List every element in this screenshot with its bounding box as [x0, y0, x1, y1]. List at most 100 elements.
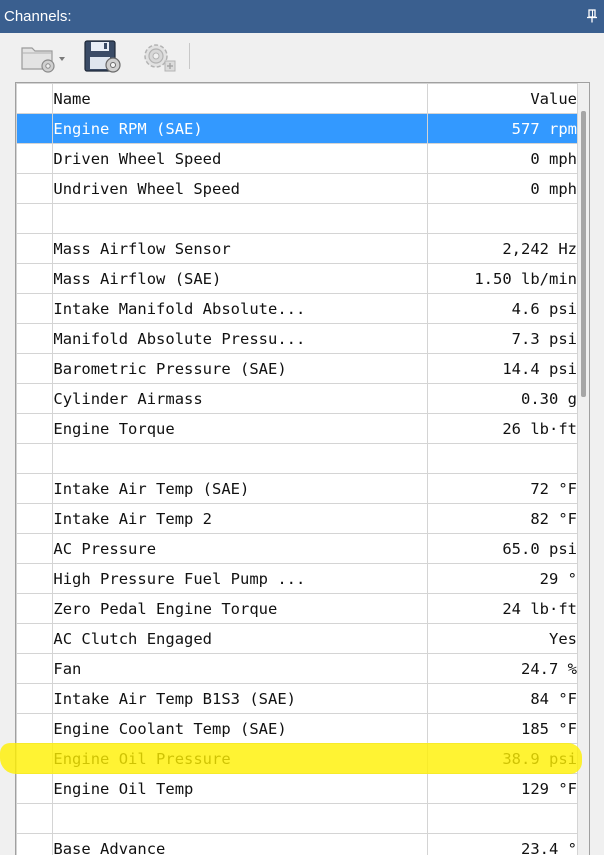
row-selector[interactable]: [16, 443, 54, 474]
table-row[interactable]: [16, 803, 578, 834]
row-selector[interactable]: [16, 683, 54, 714]
table-row[interactable]: AC Clutch Engaged Yes: [16, 623, 578, 654]
row-selector[interactable]: [16, 803, 54, 834]
channel-value: 23.4 °: [427, 833, 578, 855]
table-row[interactable]: Zero Pedal Engine Torque 24 lb·ft: [16, 593, 578, 624]
row-selector[interactable]: [16, 323, 54, 354]
channel-name: Intake Air Temp B1S3 (SAE): [52, 683, 429, 714]
channel-value: 0 mph: [427, 173, 578, 204]
row-selector[interactable]: [16, 773, 54, 804]
table-row[interactable]: Manifold Absolute Pressu... 7.3 psi: [16, 323, 578, 354]
row-selector[interactable]: [16, 233, 54, 264]
channel-name: Barometric Pressure (SAE): [52, 353, 429, 384]
toolbar: [0, 33, 604, 79]
channel-value: 0 mph: [427, 143, 578, 174]
channel-value: 84 °F: [427, 683, 578, 714]
row-selector[interactable]: [16, 203, 54, 234]
channel-name: [52, 203, 429, 234]
table-row[interactable]: Intake Air Temp (SAE) 72 °F: [16, 473, 578, 504]
column-header-value[interactable]: Value: [427, 83, 578, 114]
channel-value: 4.6 psi: [427, 293, 578, 324]
channel-value: [427, 443, 578, 474]
vertical-scrollbar[interactable]: [578, 83, 589, 855]
table-row[interactable]: Fan 24.7 %: [16, 653, 578, 684]
table-row[interactable]: Engine Coolant Temp (SAE) 185 °F: [16, 713, 578, 744]
row-selector[interactable]: [16, 653, 54, 684]
row-selector[interactable]: [16, 593, 54, 624]
table-row[interactable]: High Pressure Fuel Pump ... 29 °: [16, 563, 578, 594]
select-all-cell[interactable]: [16, 83, 54, 114]
table-row[interactable]: Intake Air Temp 2 82 °F: [16, 503, 578, 534]
channels-panel: Channels: Name Value Engine RPM (SAE) 57…: [0, 0, 604, 855]
row-selector[interactable]: [16, 173, 54, 204]
row-selector[interactable]: [16, 263, 54, 294]
channel-name: Base Advance: [52, 833, 429, 855]
row-selector[interactable]: [16, 143, 54, 174]
channel-name: Manifold Absolute Pressu...: [52, 323, 429, 354]
row-selector[interactable]: [16, 413, 54, 444]
table-row[interactable]: Mass Airflow Sensor 2,242 Hz: [16, 233, 578, 264]
channel-value: 185 °F: [427, 713, 578, 744]
row-selector[interactable]: [16, 293, 54, 324]
save-button[interactable]: [83, 37, 127, 75]
row-selector[interactable]: [16, 383, 54, 414]
channel-name: AC Clutch Engaged: [52, 623, 429, 654]
channel-value: 2,242 Hz: [427, 233, 578, 264]
table-row[interactable]: Undriven Wheel Speed 0 mph: [16, 173, 578, 204]
channel-value: 38.9 psi: [427, 743, 578, 774]
channel-name: Driven Wheel Speed: [52, 143, 429, 174]
table-row[interactable]: [16, 443, 578, 474]
row-selector[interactable]: [16, 353, 54, 384]
panel-title: Channels:: [4, 8, 72, 25]
channels-grid[interactable]: Name Value Engine RPM (SAE) 577 rpm Driven…: [15, 82, 590, 855]
table-row[interactable]: Barometric Pressure (SAE) 14.4 psi: [16, 353, 578, 384]
table-row[interactable]: Engine Oil Temp 129 °F: [16, 773, 578, 804]
row-selector[interactable]: [16, 503, 54, 534]
row-selector[interactable]: [16, 533, 54, 564]
row-selector[interactable]: [16, 473, 54, 504]
channel-name: High Pressure Fuel Pump ...: [52, 563, 429, 594]
row-selector[interactable]: [16, 743, 54, 774]
table-row[interactable]: Engine RPM (SAE) 577 rpm: [16, 113, 578, 144]
table-row[interactable]: Engine Oil Pressure 38.9 psi: [16, 743, 578, 774]
channel-value: 1.50 lb/min: [427, 263, 578, 294]
table-row[interactable]: Engine Torque 26 lb·ft: [16, 413, 578, 444]
panel-titlebar[interactable]: Channels:: [0, 0, 604, 33]
open-folder-button[interactable]: [18, 37, 72, 75]
channel-name: AC Pressure: [52, 533, 429, 564]
channel-name: Mass Airflow (SAE): [52, 263, 429, 294]
channel-value: 29 °: [427, 563, 578, 594]
row-selector[interactable]: [16, 563, 54, 594]
channel-value: 577 rpm: [427, 113, 578, 144]
row-selector[interactable]: [16, 713, 54, 744]
channel-value: 14.4 psi: [427, 353, 578, 384]
table-row[interactable]: AC Pressure 65.0 psi: [16, 533, 578, 564]
channel-value: 26 lb·ft: [427, 413, 578, 444]
scrollbar-thumb[interactable]: [581, 111, 586, 397]
channel-name: Fan: [52, 653, 429, 684]
settings-button[interactable]: [136, 37, 182, 75]
row-selector[interactable]: [16, 113, 54, 144]
table-row[interactable]: Mass Airflow (SAE) 1.50 lb/min: [16, 263, 578, 294]
channel-value: 65.0 psi: [427, 533, 578, 564]
channel-value: 7.3 psi: [427, 323, 578, 354]
channel-name: Intake Air Temp (SAE): [52, 473, 429, 504]
channel-name: Cylinder Airmass: [52, 383, 429, 414]
table-row[interactable]: [16, 203, 578, 234]
gear-add-icon: [144, 44, 176, 72]
channels-table: Name Value Engine RPM (SAE) 577 rpm Driven…: [16, 83, 578, 855]
column-header-name[interactable]: Name: [52, 83, 429, 114]
channel-name: [52, 803, 429, 834]
row-selector[interactable]: [16, 833, 54, 855]
table-row[interactable]: Base Advance 23.4 °: [16, 833, 578, 855]
row-selector[interactable]: [16, 623, 54, 654]
table-row[interactable]: Driven Wheel Speed 0 mph: [16, 143, 578, 174]
channel-value: 129 °F: [427, 773, 578, 804]
channel-value: 0.30 g: [427, 383, 578, 414]
pin-icon[interactable]: [586, 9, 598, 23]
channel-value: Yes: [427, 623, 578, 654]
table-row[interactable]: Intake Air Temp B1S3 (SAE) 84 °F: [16, 683, 578, 714]
table-body: Engine RPM (SAE) 577 rpm Driven Wheel Spee…: [16, 113, 578, 855]
table-row[interactable]: Cylinder Airmass 0.30 g: [16, 383, 578, 414]
table-row[interactable]: Intake Manifold Absolute... 4.6 psi: [16, 293, 578, 324]
